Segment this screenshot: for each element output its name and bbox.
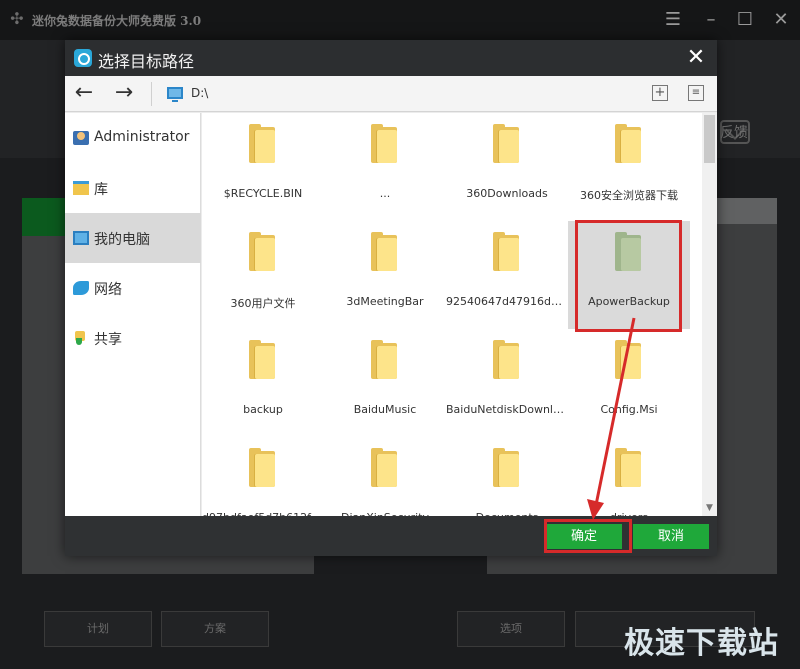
arrow-left-icon[interactable]: ← <box>71 82 97 106</box>
vertical-scrollbar[interactable]: ▼ <box>702 113 717 516</box>
close-icon[interactable]: ✕ <box>770 9 792 31</box>
folder-item[interactable]: BaiduNetdiskDownlo... <box>446 329 568 437</box>
scroll-down-icon[interactable]: ▼ <box>702 502 717 514</box>
folder-label: 360Downloads <box>466 187 548 200</box>
current-path: D:\ <box>191 86 209 100</box>
app-logo-icon: ✣ <box>10 9 24 28</box>
sidebar-item-network[interactable]: 网络 <box>65 263 201 313</box>
folder-icon <box>371 448 397 487</box>
folder-item[interactable]: Documents <box>446 437 568 516</box>
sidebar-item-administrator[interactable]: Administrator <box>65 113 201 163</box>
user-icon <box>73 131 89 145</box>
dialog-title: 选择目标路径 <box>98 52 195 71</box>
folder-item[interactable]: 3dMeetingBar <box>324 221 446 329</box>
folder-label: 360安全浏览器下载 <box>580 189 678 202</box>
folder-icon <box>493 124 519 163</box>
minimize-icon[interactable]: – <box>700 9 722 31</box>
folder-icon <box>371 232 397 271</box>
sidebar-item-label: 网络 <box>94 282 122 298</box>
scrollbar-thumb[interactable] <box>704 115 715 163</box>
folder-item[interactable]: backup <box>202 329 324 437</box>
folder-icon <box>371 340 397 379</box>
scheme-button[interactable]: 方案 <box>161 611 269 647</box>
new-folder-icon[interactable]: + <box>652 85 668 101</box>
maximize-icon[interactable]: ☐ <box>734 9 756 31</box>
folder-label: 92540647d47916d5... <box>446 295 568 308</box>
folder-label: 360用户文件 <box>230 297 296 310</box>
computer-icon <box>167 87 183 102</box>
folder-label: 3dMeetingBar <box>346 295 424 308</box>
folder-item[interactable]: ... <box>324 113 446 221</box>
sidebar-item-label: Administrator <box>94 129 190 145</box>
options-button[interactable]: 选项 <box>457 611 565 647</box>
folder-item[interactable]: 360用户文件 <box>202 221 324 329</box>
folder-label: BaiduNetdiskDownlo... <box>446 403 568 416</box>
arrow-right-icon[interactable]: → <box>111 82 137 106</box>
folder-item[interactable]: drivers <box>568 437 690 516</box>
folder-item[interactable]: 360Downloads <box>446 113 568 221</box>
sidebar-item-label: 我的电脑 <box>94 232 150 248</box>
folder-icon <box>493 448 519 487</box>
library-icon <box>73 181 89 195</box>
folder-item[interactable]: 92540647d47916d5... <box>446 221 568 329</box>
computer-icon <box>73 231 89 245</box>
sidebar-item-label: 库 <box>94 182 108 198</box>
folder-item[interactable]: $RECYCLE.BIN <box>202 113 324 221</box>
app-titlebar: ✣ 迷你兔数据备份大师免费版 3.0 ☰ – ☐ ✕ <box>0 0 800 40</box>
app-icon <box>74 49 92 67</box>
folder-icon <box>493 340 519 379</box>
folder-icon <box>615 340 641 379</box>
network-icon <box>73 281 89 295</box>
sidebar-item-my-computer[interactable]: 我的电脑 <box>65 213 201 263</box>
schedule-button[interactable]: 计划 <box>44 611 152 647</box>
folder-icon <box>371 124 397 163</box>
dialog-titlebar: 选择目标路径 ✕ <box>65 40 717 76</box>
folder-icon <box>493 232 519 271</box>
feedback-label[interactable]: 反馈 <box>720 122 748 142</box>
toolbar-divider <box>151 82 152 106</box>
folder-label: backup <box>243 403 283 416</box>
folder-item[interactable]: BaiduMusic <box>324 329 446 437</box>
watermark: 极速下载站 <box>624 626 779 661</box>
share-icon <box>73 331 89 345</box>
folder-icon <box>615 448 641 487</box>
folder-item[interactable]: 360安全浏览器下载 <box>568 113 690 221</box>
sidebar-item-share[interactable]: 共享 <box>65 313 201 363</box>
folder-icon <box>249 340 275 379</box>
sidebar: Administrator 库 我的电脑 网络 共享 <box>65 113 201 516</box>
app-title: 迷你兔数据备份大师免费版 3.0 <box>32 14 202 28</box>
folder-icon <box>249 448 275 487</box>
folder-label: $RECYCLE.BIN <box>223 187 303 200</box>
folder-item[interactable]: Config.Msi <box>568 329 690 437</box>
folder-item[interactable]: d97bdfaef5d7b612f2... <box>202 437 324 516</box>
sidebar-item-label: 共享 <box>94 332 122 348</box>
highlight-box-confirm <box>544 519 632 553</box>
folder-icon <box>249 124 275 163</box>
menu-icon[interactable]: ☰ <box>662 9 684 31</box>
folder-label: BaiduMusic <box>353 403 417 416</box>
folder-label: Config.Msi <box>600 403 658 416</box>
sidebar-item-library[interactable]: 库 <box>65 163 201 213</box>
folder-icon <box>615 124 641 163</box>
dialog-close-icon[interactable]: ✕ <box>683 45 709 71</box>
list-view-icon[interactable]: ≡ <box>688 85 704 101</box>
folder-item[interactable]: DianXinSecurity <box>324 437 446 516</box>
folder-icon <box>249 232 275 271</box>
highlight-box-folder <box>575 220 682 332</box>
folder-label: ... <box>379 187 391 200</box>
dialog-toolbar: ← → D:\ + ≡ <box>65 76 717 112</box>
cancel-button[interactable]: 取消 <box>633 524 709 549</box>
